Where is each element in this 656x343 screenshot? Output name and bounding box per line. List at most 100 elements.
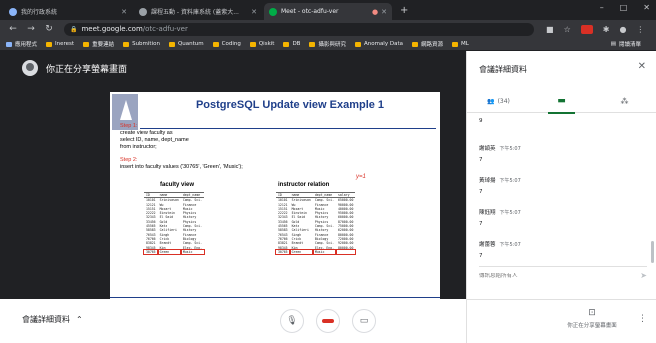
step1-label: Step 1: bbox=[120, 123, 138, 129]
tab-activities[interactable]: ⁂ bbox=[593, 89, 656, 113]
bookmark-folder[interactable]: Qiskit bbox=[249, 41, 274, 47]
chat-compose: ➤ bbox=[479, 266, 647, 284]
message-sender: 陳鈺翔 bbox=[479, 210, 496, 216]
bookmark-folder[interactable]: Quantum bbox=[168, 41, 204, 47]
table-cell: 30765 bbox=[143, 248, 159, 256]
chat-scrollbar[interactable] bbox=[651, 241, 654, 263]
bookmark-folder[interactable]: Anomaly Data bbox=[354, 41, 403, 47]
present-screen-icon: ⊡ bbox=[588, 308, 596, 318]
bookmark-folder[interactable]: Submition bbox=[123, 41, 160, 47]
folder-icon bbox=[168, 41, 175, 47]
table-cell: Srinivasan bbox=[291, 198, 311, 203]
profile-avatar-icon[interactable]: ● bbox=[619, 25, 626, 34]
chat-message: 陳鈺翔 下午5:07 7 bbox=[479, 199, 521, 227]
table-cell: 10101 bbox=[278, 198, 288, 203]
chevron-up-icon: ⌃ bbox=[76, 315, 83, 324]
bookmark-apps[interactable]: 應用程式 bbox=[6, 40, 37, 48]
present-now-button[interactable]: ⊡ 你正在分享螢幕畫面 bbox=[542, 308, 642, 329]
meeting-details-button[interactable]: 會議詳細資料 ⌃ bbox=[22, 314, 83, 325]
send-icon[interactable]: ➤ bbox=[640, 271, 647, 280]
reload-icon[interactable]: ↻ bbox=[42, 24, 56, 34]
code-line: create view faculty as bbox=[120, 130, 173, 136]
folder-icon bbox=[309, 41, 316, 47]
table-cell: Green bbox=[288, 248, 314, 256]
bookmark-folder[interactable]: 網路資源 bbox=[411, 40, 443, 48]
message-time: 下午5:07 bbox=[499, 178, 521, 184]
present-now-label: 你正在分享螢幕畫面 bbox=[567, 323, 617, 329]
new-tab-button[interactable]: + bbox=[394, 3, 414, 20]
folder-icon bbox=[452, 41, 458, 47]
table-cell: Comp. Sci. bbox=[182, 241, 203, 246]
apps-grid-icon bbox=[6, 41, 12, 47]
table-cell: 80000.00 bbox=[338, 245, 354, 250]
camera-button[interactable]: ▭ bbox=[352, 309, 376, 333]
browser-tab[interactable]: 我的行政系統 ✕ bbox=[4, 3, 132, 20]
chat-message: 9 bbox=[479, 115, 483, 124]
bookmark-folder[interactable]: ML bbox=[452, 41, 469, 47]
tab-close-icon[interactable]: ✕ bbox=[381, 8, 387, 16]
close-window-icon[interactable]: ✕ bbox=[643, 3, 650, 12]
bookmark-folder[interactable]: Inerest bbox=[46, 41, 74, 47]
lock-icon: 🔒 bbox=[70, 25, 78, 33]
bookmark-folder[interactable]: DB bbox=[283, 41, 300, 47]
handwritten-annotation: y=1 bbox=[356, 174, 366, 180]
maximize-icon[interactable]: □ bbox=[620, 3, 628, 12]
forward-arrow-icon[interactable]: → bbox=[24, 24, 38, 34]
panel-tabs: 👥 (34) ▬ ⁂ bbox=[467, 89, 656, 114]
leave-call-button[interactable] bbox=[316, 309, 340, 333]
message-time: 下午5:07 bbox=[499, 242, 521, 248]
folder-icon bbox=[411, 41, 418, 47]
camera-indicator-icon[interactable]: ■ bbox=[546, 25, 554, 34]
tab-chat[interactable]: ▬ bbox=[530, 89, 593, 114]
minimize-icon[interactable]: – bbox=[600, 3, 604, 12]
message-body: 7 bbox=[479, 189, 483, 195]
reading-list-button[interactable]: ▤ 閱讀清單 bbox=[611, 40, 641, 48]
bookmark-star-icon[interactable]: ☆ bbox=[564, 25, 571, 34]
tab-close-icon[interactable]: ✕ bbox=[251, 8, 257, 16]
table-cell: 83821 bbox=[146, 241, 156, 246]
microphone-button[interactable]: 🎙 bbox=[280, 309, 304, 333]
extension-icon[interactable] bbox=[580, 24, 593, 34]
chat-message: 謝頡英 下午5:07 7 bbox=[479, 135, 521, 163]
instructor-relation-title: instructor relation bbox=[278, 182, 330, 188]
tab-favicon-icon bbox=[139, 7, 147, 16]
reading-list-icon: ▤ bbox=[610, 41, 616, 47]
chat-input[interactable] bbox=[479, 272, 641, 279]
code-line: select ID, name, dept_name bbox=[120, 137, 189, 143]
step2-label: Step 2: bbox=[120, 157, 138, 163]
message-body: 7 bbox=[479, 157, 483, 163]
camera-icon: ▭ bbox=[359, 316, 369, 326]
activities-icon: ⁂ bbox=[620, 96, 629, 106]
table-cell: 65000.00 bbox=[338, 198, 354, 203]
close-panel-icon[interactable]: ✕ bbox=[638, 61, 646, 72]
bookmark-folder[interactable]: Coding bbox=[212, 41, 241, 47]
table-row: 10101 Srinivasan Comp. Sci. 65000.00 bbox=[276, 198, 355, 203]
tab-title: 我的行政系統 bbox=[21, 9, 58, 16]
message-body: 7 bbox=[479, 221, 483, 227]
tab-people[interactable]: 👥 (34) bbox=[467, 89, 530, 113]
menu-kebab-icon[interactable]: ⋮ bbox=[636, 25, 644, 34]
meet-control-bar: 會議詳細資料 ⌃ 🎙 ▭ bbox=[0, 299, 466, 343]
browser-tab-active[interactable]: Meet - otc-adfu-ver ● ✕ bbox=[264, 3, 392, 20]
extensions-puzzle-icon[interactable]: ✱ bbox=[603, 25, 610, 34]
bookmark-folder[interactable]: 重要連結 bbox=[83, 40, 114, 48]
toolbar-icons: ■ ☆ ✱ ● ⋮ bbox=[546, 24, 644, 34]
back-arrow-icon[interactable]: ← bbox=[6, 24, 20, 34]
browser-tab[interactable]: 課程五動 - 資料庫系統 (蓋紫大... ✕ bbox=[134, 3, 262, 20]
address-bar[interactable]: 🔒 meet.google.com/otc-adfu-ver bbox=[64, 22, 534, 36]
people-icon: 👥 bbox=[487, 97, 495, 105]
tab-close-icon[interactable]: ✕ bbox=[121, 8, 127, 16]
table-cell: 92000.00 bbox=[338, 241, 354, 246]
meeting-details-panel: 會議詳細資料 ✕ 👥 (34) ▬ ⁂ 9 謝頡英 下午5:07 7 黃琸揚 下… bbox=[466, 51, 656, 343]
chat-message: 謝蕾蓉 下午5:07 7 bbox=[479, 231, 521, 259]
table-cell: Comp. Sci. bbox=[314, 198, 335, 203]
slide-title: PostgreSQL Update view Example 1 bbox=[195, 99, 385, 111]
more-options-icon[interactable]: ⋮ bbox=[638, 314, 647, 324]
bookmark-folder[interactable]: 攝影與研究 bbox=[309, 40, 346, 48]
message-time: 下午5:07 bbox=[499, 146, 521, 152]
user-avatar bbox=[22, 60, 38, 76]
tab-title: Meet - otc-adfu-ver bbox=[281, 8, 339, 15]
table-cell: 10101 bbox=[146, 198, 156, 203]
faculty-view-table: ID name dept_name 10101 Srinivasan Comp. Sci.… bbox=[143, 192, 206, 256]
table-cell: Music bbox=[311, 248, 338, 256]
